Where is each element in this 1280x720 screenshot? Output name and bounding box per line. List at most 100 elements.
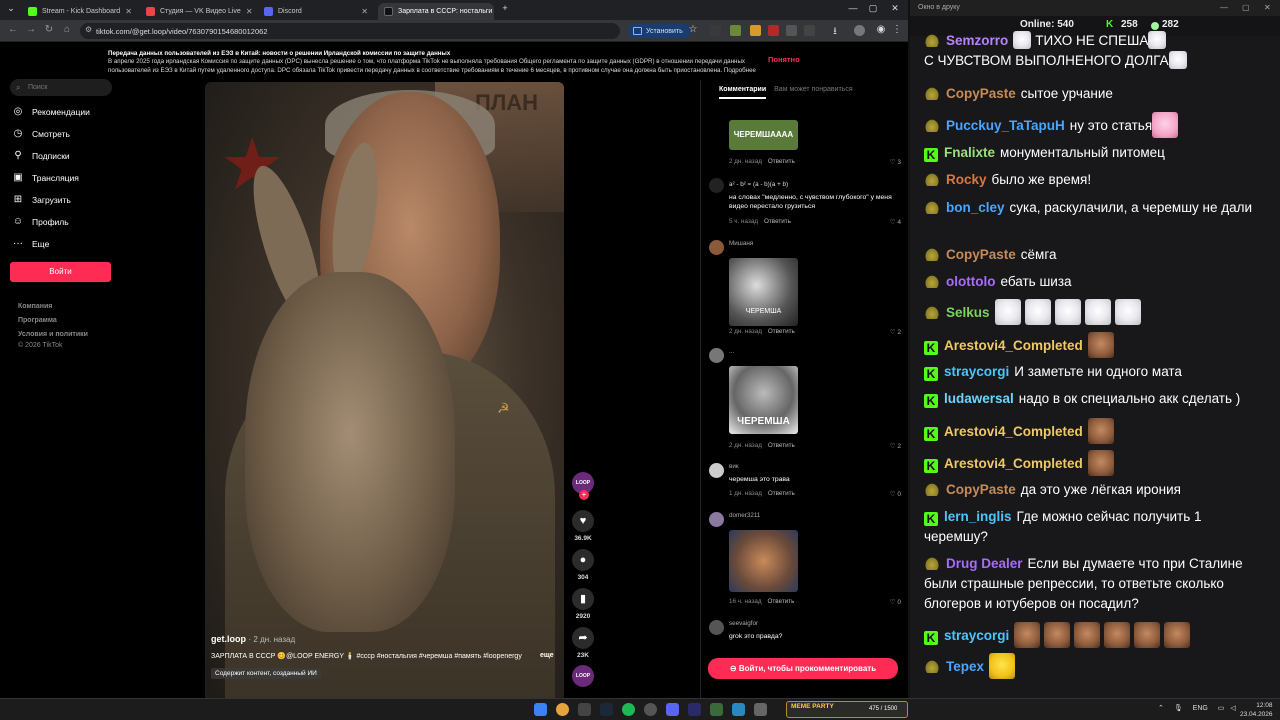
comment-image[interactable]: ЧЕРЕМША [729,258,798,326]
commenter-avatar[interactable] [709,463,724,478]
footer-program-link[interactable]: Программа [18,317,57,324]
commenter-name[interactable]: ... [729,348,734,355]
telegram-icon[interactable] [732,703,745,716]
discord-icon[interactable] [666,703,679,716]
nav-watch[interactable]: ◷ Смотреть [12,126,70,142]
extension-icon[interactable] [786,25,797,36]
account-icon[interactable]: ◉ [874,24,888,35]
comment-like[interactable]: ♡ 0 [890,490,901,498]
back-icon[interactable]: ← [6,24,20,35]
extension-icon[interactable] [750,25,761,36]
privacy-accept-button[interactable]: Понятно [768,55,800,64]
download-icon[interactable]: ⭳ [828,24,842,41]
extensions-puzzle-icon[interactable] [804,25,815,36]
install-app-button[interactable]: Установить [628,24,691,38]
login-button[interactable]: Войти [10,262,111,282]
commenter-avatar[interactable] [709,348,724,363]
extension-icon[interactable] [710,25,721,36]
bookmark-star-icon[interactable]: ☆ [686,24,700,35]
commenter-avatar[interactable] [709,620,724,635]
like-action[interactable]: ♥ 36.9K [571,510,595,542]
save-action[interactable]: ▮ 2920 [571,588,595,620]
app-icon[interactable] [710,703,723,716]
home-icon[interactable]: ⌂ [60,24,74,35]
commenter-avatar[interactable] [709,240,724,255]
chat-username[interactable]: Tepex [946,659,984,674]
chat-username[interactable]: Fnalixte [944,145,995,160]
caption-more-button[interactable]: еще [540,652,554,659]
comment-like[interactable]: ♡ 4 [890,218,901,226]
app-icon[interactable] [754,703,767,716]
tab-vk-studio[interactable]: Студия — VK Видео Live ✕ [140,3,256,20]
chat-username[interactable]: Pucckuy_TaTapuH [946,118,1065,133]
comment-like[interactable]: ♡ 2 [890,442,901,450]
chat-username[interactable]: Arestovi4_Completed [944,456,1083,471]
chevron-up-icon[interactable]: ⌃ [1158,705,1164,712]
close-icon[interactable]: ✕ [246,7,253,16]
meme-party-widget[interactable]: MEME PARTY 475 / 1500 [786,701,908,718]
chat-username[interactable]: Drug Dealer [946,556,1023,571]
video-player[interactable]: ПЛАН ★ ☭ [205,82,564,698]
chat-username[interactable]: straycorgi [944,364,1009,379]
author-name[interactable]: get.loop [211,634,246,644]
footer-terms-link[interactable]: Условия и политики [18,331,88,338]
chat-username[interactable]: bon_cley [946,200,1005,215]
chat-username[interactable]: Selkus [946,305,990,320]
chat-username[interactable]: CopyPaste [946,86,1016,101]
chat-username[interactable]: olottolo [946,274,995,289]
commenter-name[interactable]: seevaigfor [729,620,758,627]
reply-button[interactable]: Ответить [768,158,795,165]
comment-like[interactable]: ♡ 0 [890,598,901,606]
comment-action[interactable]: ● 304 [571,549,595,581]
commenter-name[interactable]: domer3211 [729,512,760,519]
reply-button[interactable]: Ответить [764,218,791,225]
chat-username[interactable]: Semzorro [946,33,1008,48]
nav-more[interactable]: ··· Еще [12,236,49,252]
chat-username[interactable]: CopyPaste [946,482,1016,497]
close-window-icon[interactable]: ✕ [886,3,904,14]
video-author[interactable]: get.loop · 2 дн. назад [211,634,295,644]
reload-icon[interactable]: ↻ [42,24,56,35]
obs-icon[interactable] [644,703,657,716]
chat-username[interactable]: straycorgi [944,628,1009,643]
chat-username[interactable]: ludawersal [944,391,1014,406]
extension-icon[interactable] [768,25,779,36]
follow-plus-icon[interactable]: + [579,490,589,500]
language-indicator[interactable]: ENG [1193,705,1208,712]
chat-username[interactable]: Arestovi4_Completed [944,338,1083,353]
spotify-icon[interactable] [622,703,635,716]
nav-recommendations[interactable]: ◎ Рекомендации [12,104,90,120]
tab-discord[interactable]: Discord ✕ [258,3,374,20]
nav-following[interactable]: ⚲ Подписки [12,148,69,164]
reply-button[interactable]: Ответить [768,598,795,605]
search-input[interactable]: ⌕ Поиск [10,79,112,96]
close-icon[interactable]: ✕ [125,7,132,16]
tab-you-may-like[interactable]: Вам может понравиться [774,86,853,99]
minimize-icon[interactable]: — [844,3,862,13]
site-info-icon[interactable]: ⚙ [85,25,92,34]
forward-icon[interactable]: → [24,24,38,35]
nav-profile[interactable]: ☺ Профиль [12,214,69,230]
comment-image[interactable]: ЧЕРЕМШАААА [729,120,798,150]
tab-comments[interactable]: Комментарии [719,86,767,99]
steam-icon[interactable] [600,703,613,716]
commenter-avatar[interactable] [709,178,724,193]
chat-username[interactable]: Arestovi4_Completed [944,424,1083,439]
tab-search-icon[interactable]: ⌄ [2,3,20,14]
reply-button[interactable]: Ответить [768,328,795,335]
commenter-avatar[interactable] [709,512,724,527]
tab-kick-dashboard[interactable]: Stream - Kick Dashboard ✕ [22,3,138,20]
chat-username[interactable]: CopyPaste [946,247,1016,262]
commenter-name[interactable]: Мишаня [729,240,753,247]
mic-icon[interactable]: 🎙 [1174,705,1183,712]
new-tab-icon[interactable]: + [496,3,514,13]
maximize-icon[interactable]: ▢ [864,3,882,14]
nav-live[interactable]: ▣ Трансляция [12,170,79,186]
profile-avatar-icon[interactable] [854,25,865,36]
media-player-icon[interactable] [688,703,701,716]
close-icon[interactable]: ✕ [361,7,368,16]
minimize-icon[interactable]: — [1220,3,1228,12]
nav-upload[interactable]: ⊞ Загрузить [12,192,71,208]
close-window-icon[interactable]: ✕ [1264,3,1271,12]
reply-button[interactable]: Ответить [768,490,795,497]
